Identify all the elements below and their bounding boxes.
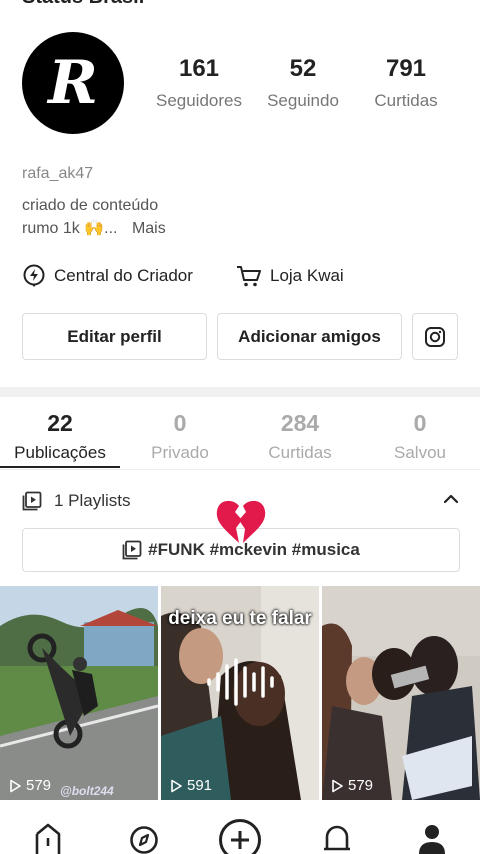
tab-private-count: 0 <box>173 410 187 436</box>
active-tab-indicator <box>0 466 120 468</box>
bio-line-2-text: rumo 1k 🙌... <box>22 220 118 237</box>
video-watermark: @bolt244 <box>60 784 114 798</box>
playlists-label: 1 Playlists <box>54 491 131 510</box>
chevron-up-icon[interactable] <box>442 490 460 508</box>
bio-line-1: criado de conteúdo <box>22 197 159 214</box>
tab-saved-count: 0 <box>413 410 427 436</box>
tab-publications-label: Publicações <box>14 443 106 462</box>
tab-saved[interactable]: 0 Salvou <box>360 410 480 463</box>
tab-private[interactable]: 0 Privado <box>120 410 240 463</box>
section-divider <box>0 387 480 397</box>
username: rafa_ak47 <box>22 165 94 182</box>
video-views: 579 <box>330 777 373 794</box>
likes-stat[interactable]: 791 Curtidas <box>351 55 461 111</box>
bio-more-link[interactable]: Mais <box>132 220 166 237</box>
tab-likes-label: Curtidas <box>268 443 332 462</box>
broken-heart-icon <box>216 500 266 543</box>
profile-icon[interactable] <box>418 822 446 854</box>
playlist-icon <box>22 491 42 511</box>
tab-publications[interactable]: 22 Publicações <box>0 410 120 463</box>
video-views-count: 579 <box>348 777 374 794</box>
status-title: Status Brasil <box>22 0 144 9</box>
playlist-icon <box>122 540 142 560</box>
avatar[interactable]: R <box>22 32 124 134</box>
tab-private-label: Privado <box>151 443 209 462</box>
followers-label: Seguidores <box>155 91 242 110</box>
video-views: 579 <box>8 777 51 794</box>
video-thumbnail[interactable]: 579 <box>322 586 480 800</box>
kwai-shop-link[interactable]: Loja Kwai <box>236 262 344 290</box>
followers-count: 161 <box>178 55 220 82</box>
play-icon <box>332 779 343 792</box>
tabs-border <box>0 469 480 470</box>
followers-stat[interactable]: 161 Seguidores <box>144 55 254 111</box>
shopping-cart-icon <box>237 266 261 287</box>
audio-wave-icon <box>207 658 274 706</box>
play-icon <box>10 779 21 792</box>
video-thumbnail-image <box>0 586 158 800</box>
creator-center-link[interactable]: Central do Criador <box>22 262 193 290</box>
bottom-nav <box>0 812 480 854</box>
video-thumbnail-image <box>322 586 480 800</box>
following-count: 52 <box>289 55 317 82</box>
creator-bolt-icon <box>23 264 45 287</box>
following-label: Seguindo <box>267 91 339 110</box>
kwai-shop-label: Loja Kwai <box>270 266 344 285</box>
discover-icon[interactable] <box>129 822 159 854</box>
video-grid: @bolt244 579 591 deixa eu te falar 579 <box>0 586 480 806</box>
tab-publications-count: 22 <box>47 410 73 436</box>
play-icon <box>171 779 182 792</box>
status-bar: Status Brasil <box>0 0 480 8</box>
notifications-bell-icon[interactable] <box>323 822 351 854</box>
tab-likes-count: 284 <box>280 410 320 436</box>
edit-profile-button[interactable]: Editar perfil <box>22 313 207 360</box>
bio-line-2: rumo 1k 🙌... Mais <box>22 218 166 238</box>
likes-count: 791 <box>385 55 427 82</box>
avatar-letter: R <box>48 48 98 118</box>
video-thumbnail[interactable]: @bolt244 579 <box>0 586 158 800</box>
creator-center-label: Central do Criador <box>54 266 193 285</box>
home-icon[interactable] <box>34 822 62 854</box>
video-caption: deixa eu te falar <box>168 608 312 629</box>
add-friends-button[interactable]: Adicionar amigos <box>217 313 402 360</box>
video-views-count: 591 <box>187 777 213 794</box>
video-views: 591 <box>169 777 212 794</box>
instagram-icon <box>425 326 445 347</box>
tab-saved-label: Salvou <box>394 443 446 462</box>
likes-label: Curtidas <box>374 91 438 110</box>
video-views-count: 579 <box>26 777 52 794</box>
following-stat[interactable]: 52 Seguindo <box>248 55 358 111</box>
instagram-button[interactable] <box>412 313 458 360</box>
tab-likes[interactable]: 284 Curtidas <box>240 410 360 463</box>
create-plus-icon[interactable] <box>218 818 262 854</box>
